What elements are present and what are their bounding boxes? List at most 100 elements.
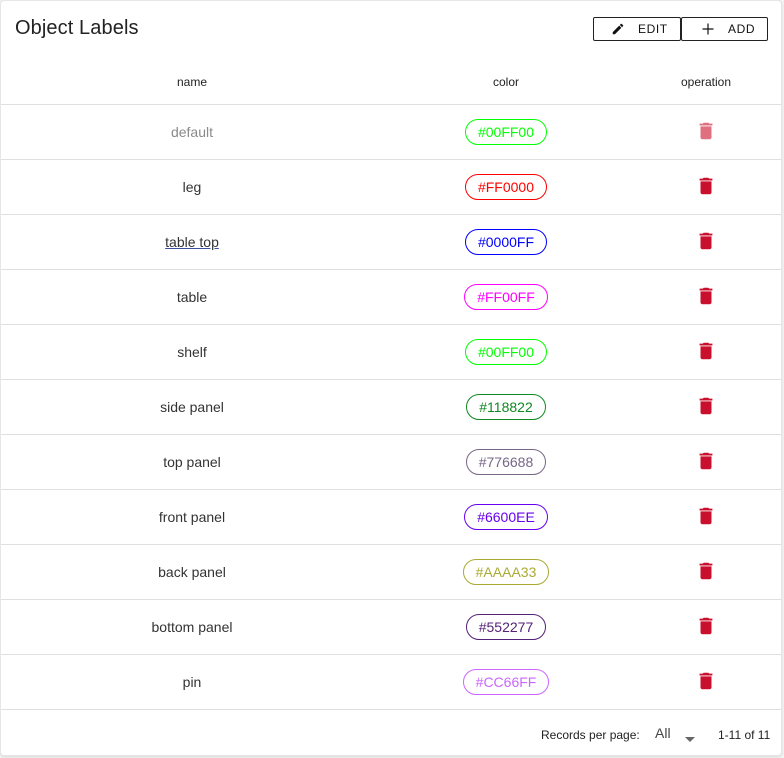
delete-button[interactable] xyxy=(695,670,717,692)
trash-icon xyxy=(699,672,713,689)
color-chip[interactable]: #FF0000 xyxy=(464,174,548,200)
table-row[interactable]: side panel #118822 xyxy=(1,379,781,435)
plus-icon xyxy=(700,21,716,37)
delete-button[interactable] xyxy=(695,450,717,472)
delete-button[interactable] xyxy=(695,285,717,307)
operation-cell xyxy=(629,544,781,600)
table-row[interactable]: pin #CC66FF xyxy=(1,654,781,710)
label-name-cell[interactable]: bottom panel xyxy=(1,599,383,655)
label-color-cell: #118822 xyxy=(383,379,629,435)
label-name-cell[interactable]: top panel xyxy=(1,434,383,490)
label-name[interactable]: bottom panel xyxy=(152,619,233,635)
table-row[interactable]: top panel #776688 xyxy=(1,434,781,490)
label-name-cell[interactable]: leg xyxy=(1,159,383,215)
color-chip[interactable]: #00FF00 xyxy=(464,339,548,365)
delete-button[interactable] xyxy=(695,175,717,197)
label-name-cell[interactable]: table xyxy=(1,269,383,325)
records-per-page-select[interactable]: All xyxy=(655,725,695,742)
pagination-range: 1-11 of 11 xyxy=(718,728,771,742)
operation-cell xyxy=(629,654,781,710)
color-chip[interactable]: #0000FF xyxy=(464,229,548,255)
table-row[interactable]: leg #FF0000 xyxy=(1,159,781,215)
page-title: Object Labels xyxy=(15,17,139,39)
records-per-page-value: All xyxy=(655,725,671,741)
label-name-cell[interactable]: table top xyxy=(1,214,383,270)
trash-icon xyxy=(699,617,713,634)
color-chip[interactable]: #AAAA33 xyxy=(462,559,550,585)
label-name[interactable]: side panel xyxy=(160,399,224,415)
table-row[interactable]: shelf #00FF00 xyxy=(1,324,781,380)
delete-button[interactable] xyxy=(695,560,717,582)
edit-button-label: EDIT xyxy=(638,22,668,36)
table-row[interactable]: default #00FF00 xyxy=(1,104,781,160)
table-row[interactable]: front panel #6600EE xyxy=(1,489,781,545)
color-chip[interactable]: #6600EE xyxy=(464,504,548,530)
add-button[interactable]: ADD xyxy=(681,17,768,41)
label-name-cell[interactable]: front panel xyxy=(1,489,383,545)
table-row[interactable]: table #FF00FF xyxy=(1,269,781,325)
label-name-cell[interactable]: default xyxy=(1,104,383,160)
label-color-cell: #FF00FF xyxy=(383,269,629,325)
pencil-icon xyxy=(610,21,626,37)
caret-down-icon xyxy=(684,730,695,742)
table-body: default #00FF00 leg #FF0000 table top #0000FF… xyxy=(1,104,781,710)
trash-icon xyxy=(699,342,713,359)
label-name[interactable]: default xyxy=(171,124,213,140)
label-name[interactable]: shelf xyxy=(177,344,207,360)
operation-cell xyxy=(629,269,781,325)
color-chip[interactable]: #776688 xyxy=(465,449,547,475)
label-name[interactable]: back panel xyxy=(158,564,226,580)
operation-cell xyxy=(629,379,781,435)
label-name-cell[interactable]: pin xyxy=(1,654,383,710)
label-name[interactable]: table top xyxy=(165,234,219,250)
label-color-cell: #00FF00 xyxy=(383,324,629,380)
label-color-cell: #776688 xyxy=(383,434,629,490)
color-chip[interactable]: #FF00FF xyxy=(464,284,548,310)
label-name-cell[interactable]: side panel xyxy=(1,379,383,435)
delete-button[interactable] xyxy=(695,395,717,417)
operation-cell xyxy=(629,324,781,380)
card-header: Object Labels EDIT ADD xyxy=(1,1,781,59)
trash-icon xyxy=(699,177,713,194)
label-name[interactable]: top panel xyxy=(163,454,221,470)
delete-button[interactable] xyxy=(695,615,717,637)
label-name[interactable]: front panel xyxy=(159,509,225,525)
trash-icon xyxy=(699,397,713,414)
column-header-name[interactable]: name xyxy=(1,59,383,105)
table-row[interactable]: bottom panel #552277 xyxy=(1,599,781,655)
label-color-cell: #AAAA33 xyxy=(383,544,629,600)
delete-button[interactable] xyxy=(695,505,717,527)
label-color-cell: #00FF00 xyxy=(383,104,629,160)
label-name[interactable]: table xyxy=(177,289,207,305)
table-row[interactable]: back panel #AAAA33 xyxy=(1,544,781,600)
color-chip[interactable]: #00FF00 xyxy=(464,119,548,145)
label-color-cell: #552277 xyxy=(383,599,629,655)
table-row[interactable]: table top #0000FF xyxy=(1,214,781,270)
column-header-color[interactable]: color xyxy=(383,59,629,105)
color-chip[interactable]: #552277 xyxy=(465,614,547,640)
label-color-cell: #0000FF xyxy=(383,214,629,270)
edit-button[interactable]: EDIT xyxy=(593,17,681,41)
operation-cell xyxy=(629,214,781,270)
delete-button[interactable] xyxy=(695,340,717,362)
records-per-page-label: Records per page: xyxy=(541,728,640,742)
label-name-cell[interactable]: back panel xyxy=(1,544,383,600)
object-labels-card: Object Labels EDIT ADD name color operat… xyxy=(0,0,782,756)
label-name[interactable]: pin xyxy=(183,674,202,690)
operation-cell xyxy=(629,434,781,490)
label-name-cell[interactable]: shelf xyxy=(1,324,383,380)
column-header-operation: operation xyxy=(629,59,781,105)
operation-cell xyxy=(629,104,781,160)
trash-icon xyxy=(699,452,713,469)
operation-cell xyxy=(629,599,781,655)
trash-icon xyxy=(699,562,713,579)
trash-icon xyxy=(699,122,713,139)
operation-cell xyxy=(629,489,781,545)
delete-button[interactable] xyxy=(695,230,717,252)
label-color-cell: #FF0000 xyxy=(383,159,629,215)
label-name[interactable]: leg xyxy=(183,179,202,195)
color-chip[interactable]: #118822 xyxy=(466,394,546,420)
color-chip[interactable]: #CC66FF xyxy=(462,669,550,695)
trash-icon xyxy=(699,287,713,304)
delete-button xyxy=(695,120,717,142)
